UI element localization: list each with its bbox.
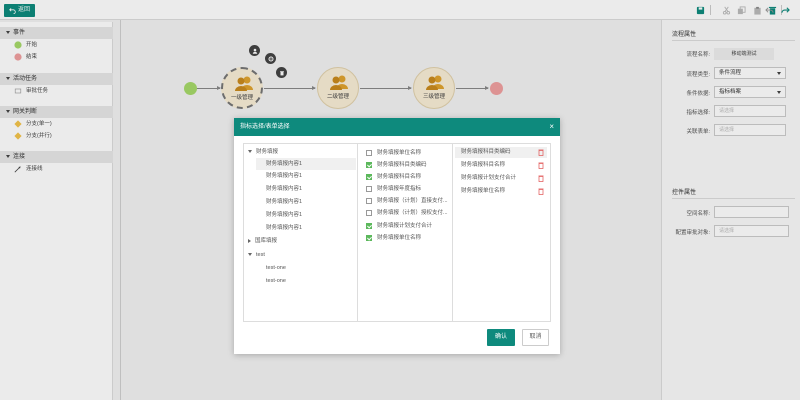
tree-node[interactable]: 财务填报内容1 [256,158,356,170]
checkbox-checked[interactable] [366,234,372,241]
checklist-item-label: 财务填报年度指标 [377,186,422,192]
checklist-item[interactable]: 财务填报科目名称 [366,172,452,183]
selected-item[interactable]: 财务填报科目类编码 [455,147,547,158]
tree-node[interactable]: 财务填报内容1 [256,209,302,221]
checklist-item-label: 财务填报单位名称 [377,235,422,241]
tree-node[interactable]: 财务填报内容1 [256,183,302,195]
tree-node[interactable]: 财务填报内容1 [256,170,302,182]
selected-item-label: 财务填报计划支付合计 [461,175,517,181]
checklist-item[interactable]: 财务填报单位名称 [366,233,452,244]
tree-node-label: 财务填报 [256,149,279,155]
tree-node-label: 财务填报内容1 [266,225,303,231]
tree-node-label: test [256,252,265,258]
checklist-item[interactable]: 财务填报（计划）直接支付... [366,196,452,207]
checklist-item[interactable]: 财务填报年度指标 [366,184,452,195]
indicator-select-dialog: 指标选择/表单选择 × 财务填报 财务填报内容1 财务填报内容1 财务填报内容1… [234,118,560,354]
selected-item[interactable]: 财务填报计划支付合计 [455,173,547,184]
checkbox-checked[interactable] [366,222,372,229]
checklist-item-label: 财务填报（计划）直接支付... [377,198,448,204]
selected-list: 财务填报科目类编码 财务填报科目名称 财务填报计划支付合计 财务填报单位名称 [452,143,551,322]
selected-item[interactable]: 财务填报科目名称 [455,160,547,171]
dialog-title: 指标选择/表单选择 [240,124,290,130]
tree-node-label: 财务填报内容1 [266,199,303,205]
tree-node-label: 财务填报内容1 [266,173,303,179]
tree-node[interactable]: 财务填报内容1 [256,196,302,208]
checkbox-checked[interactable] [366,173,372,180]
checklist-item-label: 财务填报（计划）授权支付... [377,210,448,216]
tree-node-label: 财务填报内容1 [266,212,303,218]
tree-node-caret-down[interactable]: 财务填报 [248,146,356,158]
tree-node-caret-right[interactable]: 国库填报 [248,235,277,247]
tree-node[interactable]: test-one [256,275,286,287]
checklist-item[interactable]: 财务填报单位名称 [366,148,452,159]
trash-icon[interactable] [538,175,544,182]
checklist-item-label: 财务填报单位名称 [377,150,422,156]
dialog-header: 指标选择/表单选择 × [234,118,560,136]
tree-node-label: 国库填报 [255,238,278,244]
tree-node[interactable]: test-one [256,262,286,274]
checklist-item[interactable]: 财务填报（计划）授权支付... [366,208,452,219]
cancel-button[interactable]: 取消 [522,329,549,346]
selected-item-label: 财务填报科目名称 [461,162,506,168]
indicator-checklist: 财务填报单位名称 财务填报科目类编码 财务填报科目名称 财务填报年度指标 财务填… [357,143,453,322]
tree-node-label: 财务填报内容1 [266,161,303,167]
tree-node-label: test-one [266,278,286,284]
checkbox[interactable] [366,149,372,156]
tree-node-label: test-one [266,265,286,271]
confirm-button[interactable]: 确认 [487,329,515,346]
checkbox[interactable] [366,209,372,216]
selected-item-label: 财务填报科目类编码 [461,149,511,155]
trash-icon[interactable] [538,188,544,195]
indicator-tree: 财务填报 财务填报内容1 财务填报内容1 财务填报内容1 财务填报内容1 财务填… [243,143,358,322]
trash-icon[interactable] [538,149,544,156]
checklist-item[interactable]: 财务填报计划支付合计 [366,221,452,232]
checkbox[interactable] [366,185,372,192]
caret-right-icon [248,238,251,243]
caret-down-icon [248,150,252,154]
checkbox-checked[interactable] [366,161,372,168]
caret-down-icon [248,253,252,257]
checklist-item-label: 财务填报科目类编码 [377,162,427,168]
tree-node-caret-down[interactable]: test [248,249,265,261]
close-icon[interactable]: × [549,118,554,136]
trash-icon[interactable] [538,162,544,169]
tree-node[interactable]: 财务填报内容1 [256,222,302,234]
tree-node-label: 财务填报内容1 [266,186,303,192]
selected-item[interactable]: 财务填报单位名称 [455,186,547,197]
checkbox[interactable] [366,197,372,204]
selected-item-label: 财务填报单位名称 [461,188,506,194]
checklist-item-label: 财务填报计划支付合计 [377,223,433,229]
checklist-item-label: 财务填报科目名称 [377,174,422,180]
checklist-item[interactable]: 财务填报科目类编码 [366,160,452,171]
